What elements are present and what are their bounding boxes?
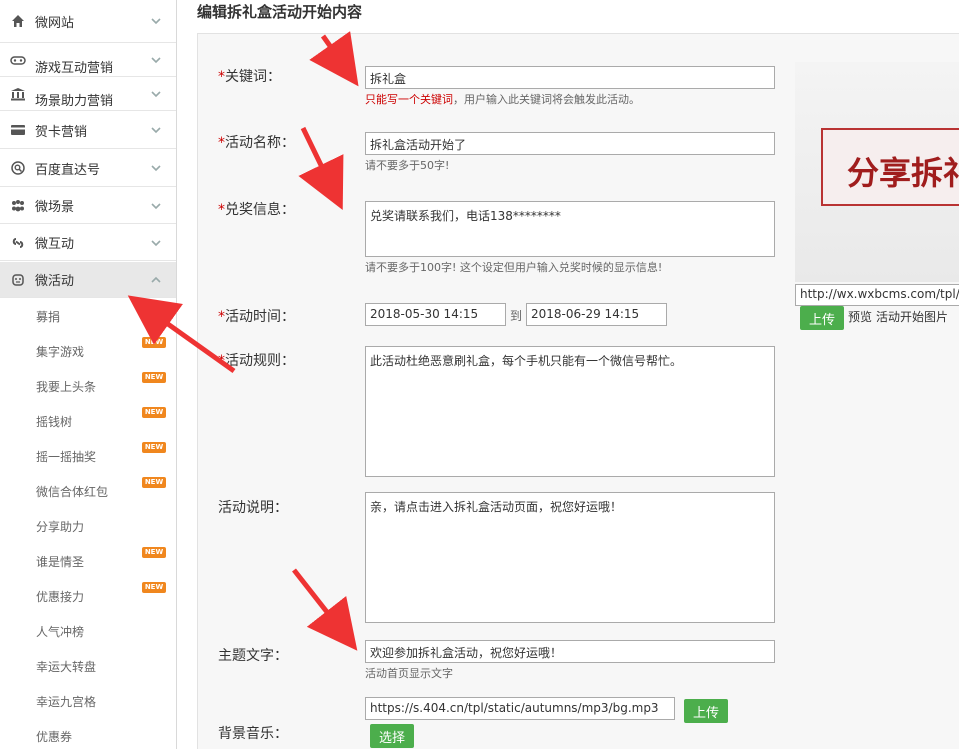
- desc-label: 活动说明：: [218, 500, 288, 516]
- chevron-up-icon: [151, 276, 161, 283]
- keyword-label: *关键词：: [218, 69, 281, 85]
- name-hint: 请不要多于50字!: [365, 159, 450, 172]
- menu-card-marketing[interactable]: 贺卡营销: [0, 112, 176, 149]
- submenu-item[interactable]: 募捐: [36, 308, 60, 325]
- chevron-down-icon: [151, 57, 161, 64]
- new-badge: NEW: [142, 302, 166, 313]
- keyword-input[interactable]: 拆礼盒: [365, 66, 775, 89]
- prize-textarea[interactable]: 兑奖请联系我们，电话138********: [365, 201, 775, 257]
- face-icon: [10, 272, 26, 288]
- menu-weichangjing[interactable]: 微场景: [0, 188, 176, 224]
- chevron-down-icon: [151, 202, 161, 209]
- menu-label: 游戏互动营销: [35, 61, 114, 76]
- chevron-down-icon: [151, 165, 161, 172]
- preview-banner: 分享拆礼: [821, 128, 959, 206]
- menu-label: 场景助力营销: [35, 94, 114, 109]
- theme-input[interactable]: 欢迎参加拆礼盒活动，祝您好运哦！: [365, 640, 775, 663]
- sidebar: 微网站 游戏互动营销 场景助力营销 贺卡营销 百度直达号 微场景 微互动 微活动…: [0, 0, 177, 749]
- new-badge: NEW: [142, 477, 166, 488]
- submenu-item[interactable]: 谁是情圣: [36, 553, 84, 570]
- time-separator: 到: [510, 309, 523, 323]
- menu-label: 百度直达号: [35, 162, 101, 178]
- start-time-input[interactable]: 2018-05-30 14:15: [365, 303, 506, 326]
- end-time-input[interactable]: 2018-06-29 14:15: [526, 303, 667, 326]
- menu-label: 微网站: [35, 15, 75, 31]
- menu-baidu[interactable]: 百度直达号: [0, 150, 176, 187]
- menu-label: 微活动: [35, 274, 75, 289]
- menu-weiwangzhan[interactable]: 微网站: [0, 0, 176, 43]
- chevron-down-icon: [151, 18, 161, 25]
- submenu-item[interactable]: 优惠券: [36, 728, 72, 745]
- chevron-down-icon: [151, 127, 161, 134]
- home-icon: [10, 13, 26, 29]
- start-image-preview: 分享拆礼: [795, 62, 959, 282]
- link-icon: [10, 235, 26, 251]
- submenu-item[interactable]: 幸运九宫格: [36, 693, 96, 710]
- chevron-down-icon: [151, 239, 161, 246]
- name-input[interactable]: 拆礼盒活动开始了: [365, 132, 775, 155]
- image-url-input[interactable]: http://wx.wxbcms.com/tpl/static: [795, 284, 959, 306]
- desc-textarea[interactable]: 亲，请点击进入拆礼盒活动页面，祝您好运哦！: [365, 492, 775, 623]
- submenu-item[interactable]: 摇一摇抽奖: [36, 448, 96, 465]
- preview-link[interactable]: 预览: [848, 308, 872, 325]
- menu-weihuodong[interactable]: 微活动: [0, 262, 176, 298]
- paw-icon: [10, 198, 26, 214]
- rules-textarea[interactable]: 此活动杜绝恶意刷礼盒，每个手机只能有一个微信号帮忙。: [365, 346, 775, 477]
- new-badge: NEW: [142, 337, 166, 348]
- prize-label: *兑奖信息：: [218, 202, 295, 218]
- menu-label: 微互动: [35, 237, 75, 252]
- gamepad-icon: [10, 52, 26, 68]
- submenu-item[interactable]: 优惠接力: [36, 588, 84, 605]
- submenu-item[interactable]: 幸运大转盘: [36, 658, 96, 675]
- new-badge: NEW: [142, 547, 166, 558]
- chevron-down-icon: [151, 91, 161, 98]
- menu-label: 微场景: [35, 200, 75, 215]
- new-badge: NEW: [142, 407, 166, 418]
- preview-banner-text: 分享拆礼: [847, 154, 959, 192]
- image-caption: 活动开始图片: [876, 310, 949, 324]
- new-badge: NEW: [142, 372, 166, 383]
- name-label: *活动名称：: [218, 135, 295, 151]
- submenu-item[interactable]: 人气冲榜: [36, 623, 84, 640]
- search-circle-icon: [10, 160, 26, 176]
- keyword-hint: 只能写一个关键词，用户输入此关键词将会触发此活动。: [365, 93, 640, 106]
- prize-hint: 请不要多于100字! 这个设定但用户输入兑奖时候的显示信息!: [365, 261, 663, 274]
- menu-scene-marketing[interactable]: 场景助力营销: [0, 78, 176, 111]
- menu-label: 贺卡营销: [35, 124, 88, 140]
- music-input[interactable]: https://s.404.cn/tpl/static/autumns/mp3/…: [365, 697, 675, 720]
- rules-label: *活动规则：: [218, 353, 295, 369]
- submenu-item[interactable]: 摇钱树: [36, 413, 72, 430]
- card-icon: [10, 122, 26, 138]
- new-badge: NEW: [142, 582, 166, 593]
- music-select-button[interactable]: 选择: [370, 724, 414, 748]
- submenu-item[interactable]: 集字游戏: [36, 343, 84, 360]
- page-title: 编辑拆礼盒活动开始内容: [197, 3, 363, 21]
- submenu-item[interactable]: 分享助力: [36, 518, 84, 535]
- music-upload-button[interactable]: 上传: [684, 699, 728, 723]
- submenu-item[interactable]: 微信合体红包: [36, 483, 108, 500]
- theme-hint: 活动首页显示文字: [365, 667, 453, 680]
- time-label: *活动时间：: [218, 309, 295, 325]
- new-badge: NEW: [142, 442, 166, 453]
- image-upload-button[interactable]: 上传: [800, 306, 844, 330]
- bank-icon: [10, 86, 26, 102]
- submenu-item[interactable]: 我要上头条: [36, 378, 96, 395]
- music-label: 背景音乐：: [218, 726, 288, 742]
- menu-game-marketing[interactable]: 游戏互动营销: [0, 44, 176, 77]
- menu-weihudong[interactable]: 微互动: [0, 225, 176, 261]
- theme-label: 主题文字：: [218, 648, 288, 664]
